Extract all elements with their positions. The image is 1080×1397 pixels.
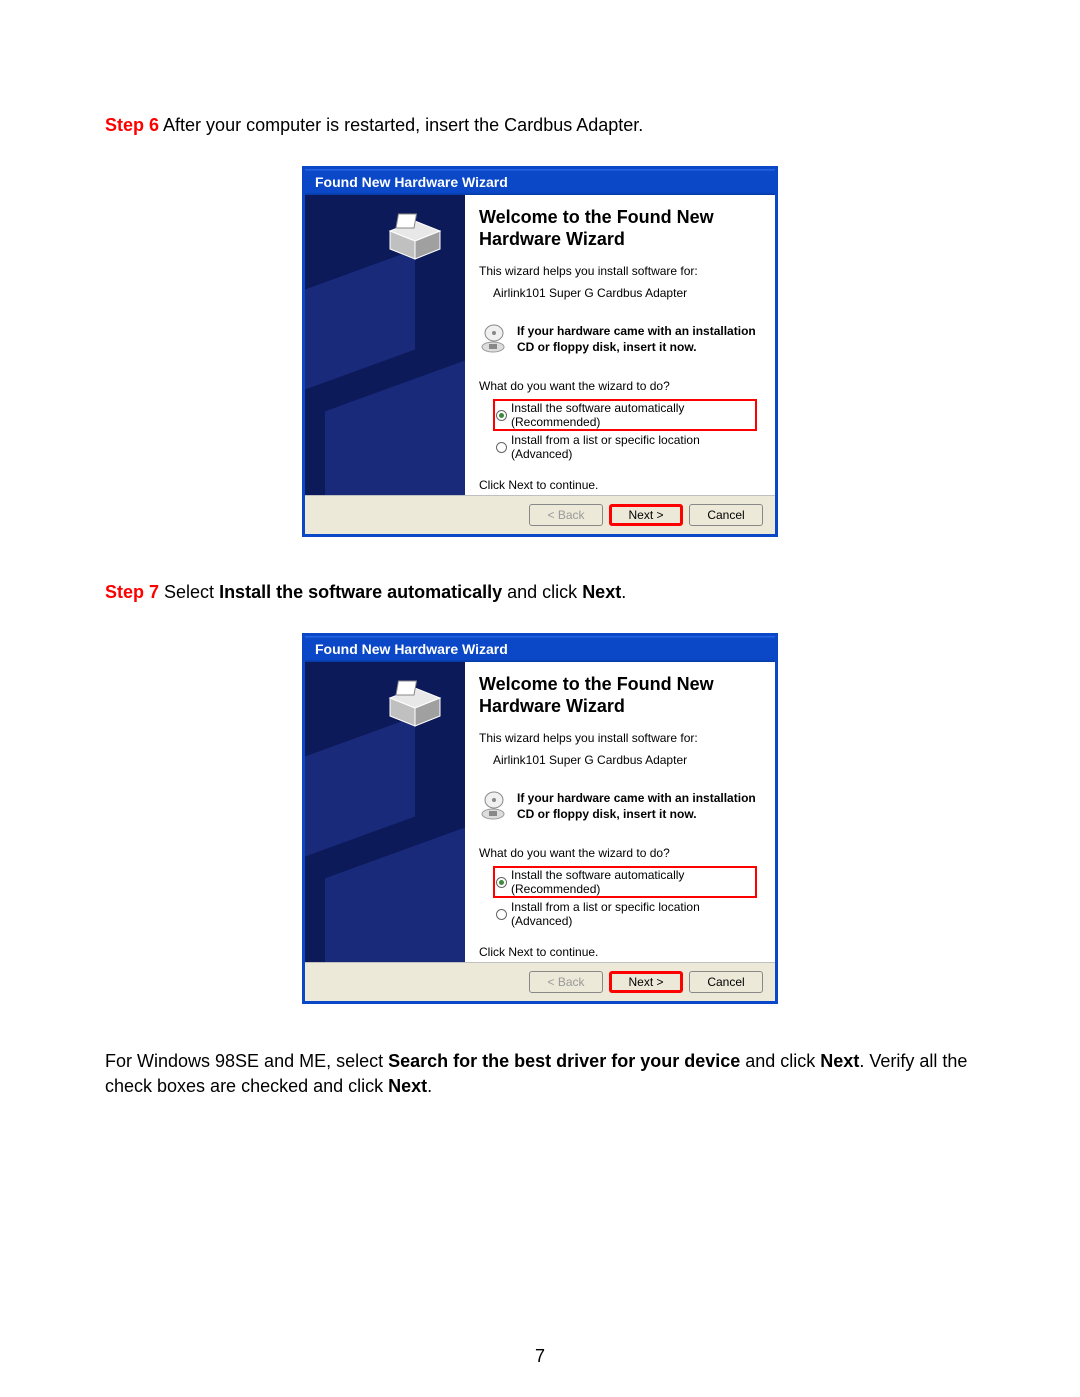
dialog-titlebar: Found New Hardware Wizard [305,169,775,195]
radio-icon [496,410,507,421]
continue-text: Click Next to continue. [479,945,757,959]
back-button: < Back [529,971,603,993]
back-button: < Back [529,504,603,526]
radio-icon [496,909,507,920]
cancel-button[interactable]: Cancel [689,971,763,993]
step6-instruction: Step 6 After your computer is restarted,… [105,115,975,136]
button-bar: < Back Next > Cancel [305,962,775,1001]
wizard-question: What do you want the wizard to do? [479,846,757,860]
dialog-titlebar: Found New Hardware Wizard [305,636,775,662]
radio-option-advanced[interactable]: Install from a list or specific location… [493,432,757,462]
radio-label: Install the software automatically (Reco… [511,401,754,429]
dialog1-container: Found New Hardware Wizard Welcome to the… [105,166,975,537]
dialog-body: Welcome to the Found New Hardware Wizard… [305,195,775,495]
radio-label: Install from a list or specific location… [511,433,754,461]
sidebar-decoration [305,250,415,401]
installer-box-icon [385,211,445,261]
cd-notice: If your hardware came with an installati… [479,324,757,355]
radio-label: Install from a list or specific location… [511,900,754,928]
dialog-heading: Welcome to the Found New Hardware Wizard [479,207,757,250]
button-bar: < Back Next > Cancel [305,495,775,534]
dialog-title: Found New Hardware Wizard [315,174,508,190]
dialog-content: Welcome to the Found New Hardware Wizard… [465,662,775,962]
radio-label: Install the software automatically (Reco… [511,868,754,896]
dialog-sidebar [305,662,465,962]
step6-text: After your computer is restarted, insert… [159,115,643,135]
dialog-heading: Welcome to the Found New Hardware Wizard [479,674,757,717]
next-button[interactable]: Next > [609,971,683,993]
radio-group: Install the software automatically (Reco… [493,399,757,462]
device-name: Airlink101 Super G Cardbus Adapter [493,753,757,767]
cd-notice: If your hardware came with an installati… [479,791,757,822]
cd-icon [479,791,509,821]
dialog-content: Welcome to the Found New Hardware Wizard… [465,195,775,495]
hardware-wizard-dialog: Found New Hardware Wizard Welcome to the… [302,166,778,537]
cancel-button[interactable]: Cancel [689,504,763,526]
step7-instruction: Step 7 Select Install the software autom… [105,582,975,603]
cd-icon [479,324,509,354]
radio-option-auto[interactable]: Install the software automatically (Reco… [493,399,757,431]
radio-icon [496,442,507,453]
hardware-wizard-dialog: Found New Hardware Wizard Welcome to the… [302,633,778,1004]
radio-option-auto[interactable]: Install the software automatically (Reco… [493,866,757,898]
continue-text: Click Next to continue. [479,478,757,492]
sidebar-decoration [305,717,415,868]
dialog-sidebar [305,195,465,495]
page-number: 7 [0,1346,1080,1367]
installer-box-icon [385,678,445,728]
device-name: Airlink101 Super G Cardbus Adapter [493,286,757,300]
dialog-title: Found New Hardware Wizard [315,641,508,657]
step6-label: Step 6 [105,115,159,135]
cd-text: If your hardware came with an installati… [517,791,757,822]
dialog-body: Welcome to the Found New Hardware Wizard… [305,662,775,962]
windows98-note: For Windows 98SE and ME, select Search f… [105,1049,975,1099]
step7-label: Step 7 [105,582,159,602]
wizard-question: What do you want the wizard to do? [479,379,757,393]
radio-option-advanced[interactable]: Install from a list or specific location… [493,899,757,929]
dialog2-container: Found New Hardware Wizard Welcome to the… [105,633,975,1004]
cd-text: If your hardware came with an installati… [517,324,757,355]
next-button[interactable]: Next > [609,504,683,526]
intro-text: This wizard helps you install software f… [479,264,757,278]
radio-group: Install the software automatically (Reco… [493,866,757,929]
intro-text: This wizard helps you install software f… [479,731,757,745]
radio-icon [496,877,507,888]
